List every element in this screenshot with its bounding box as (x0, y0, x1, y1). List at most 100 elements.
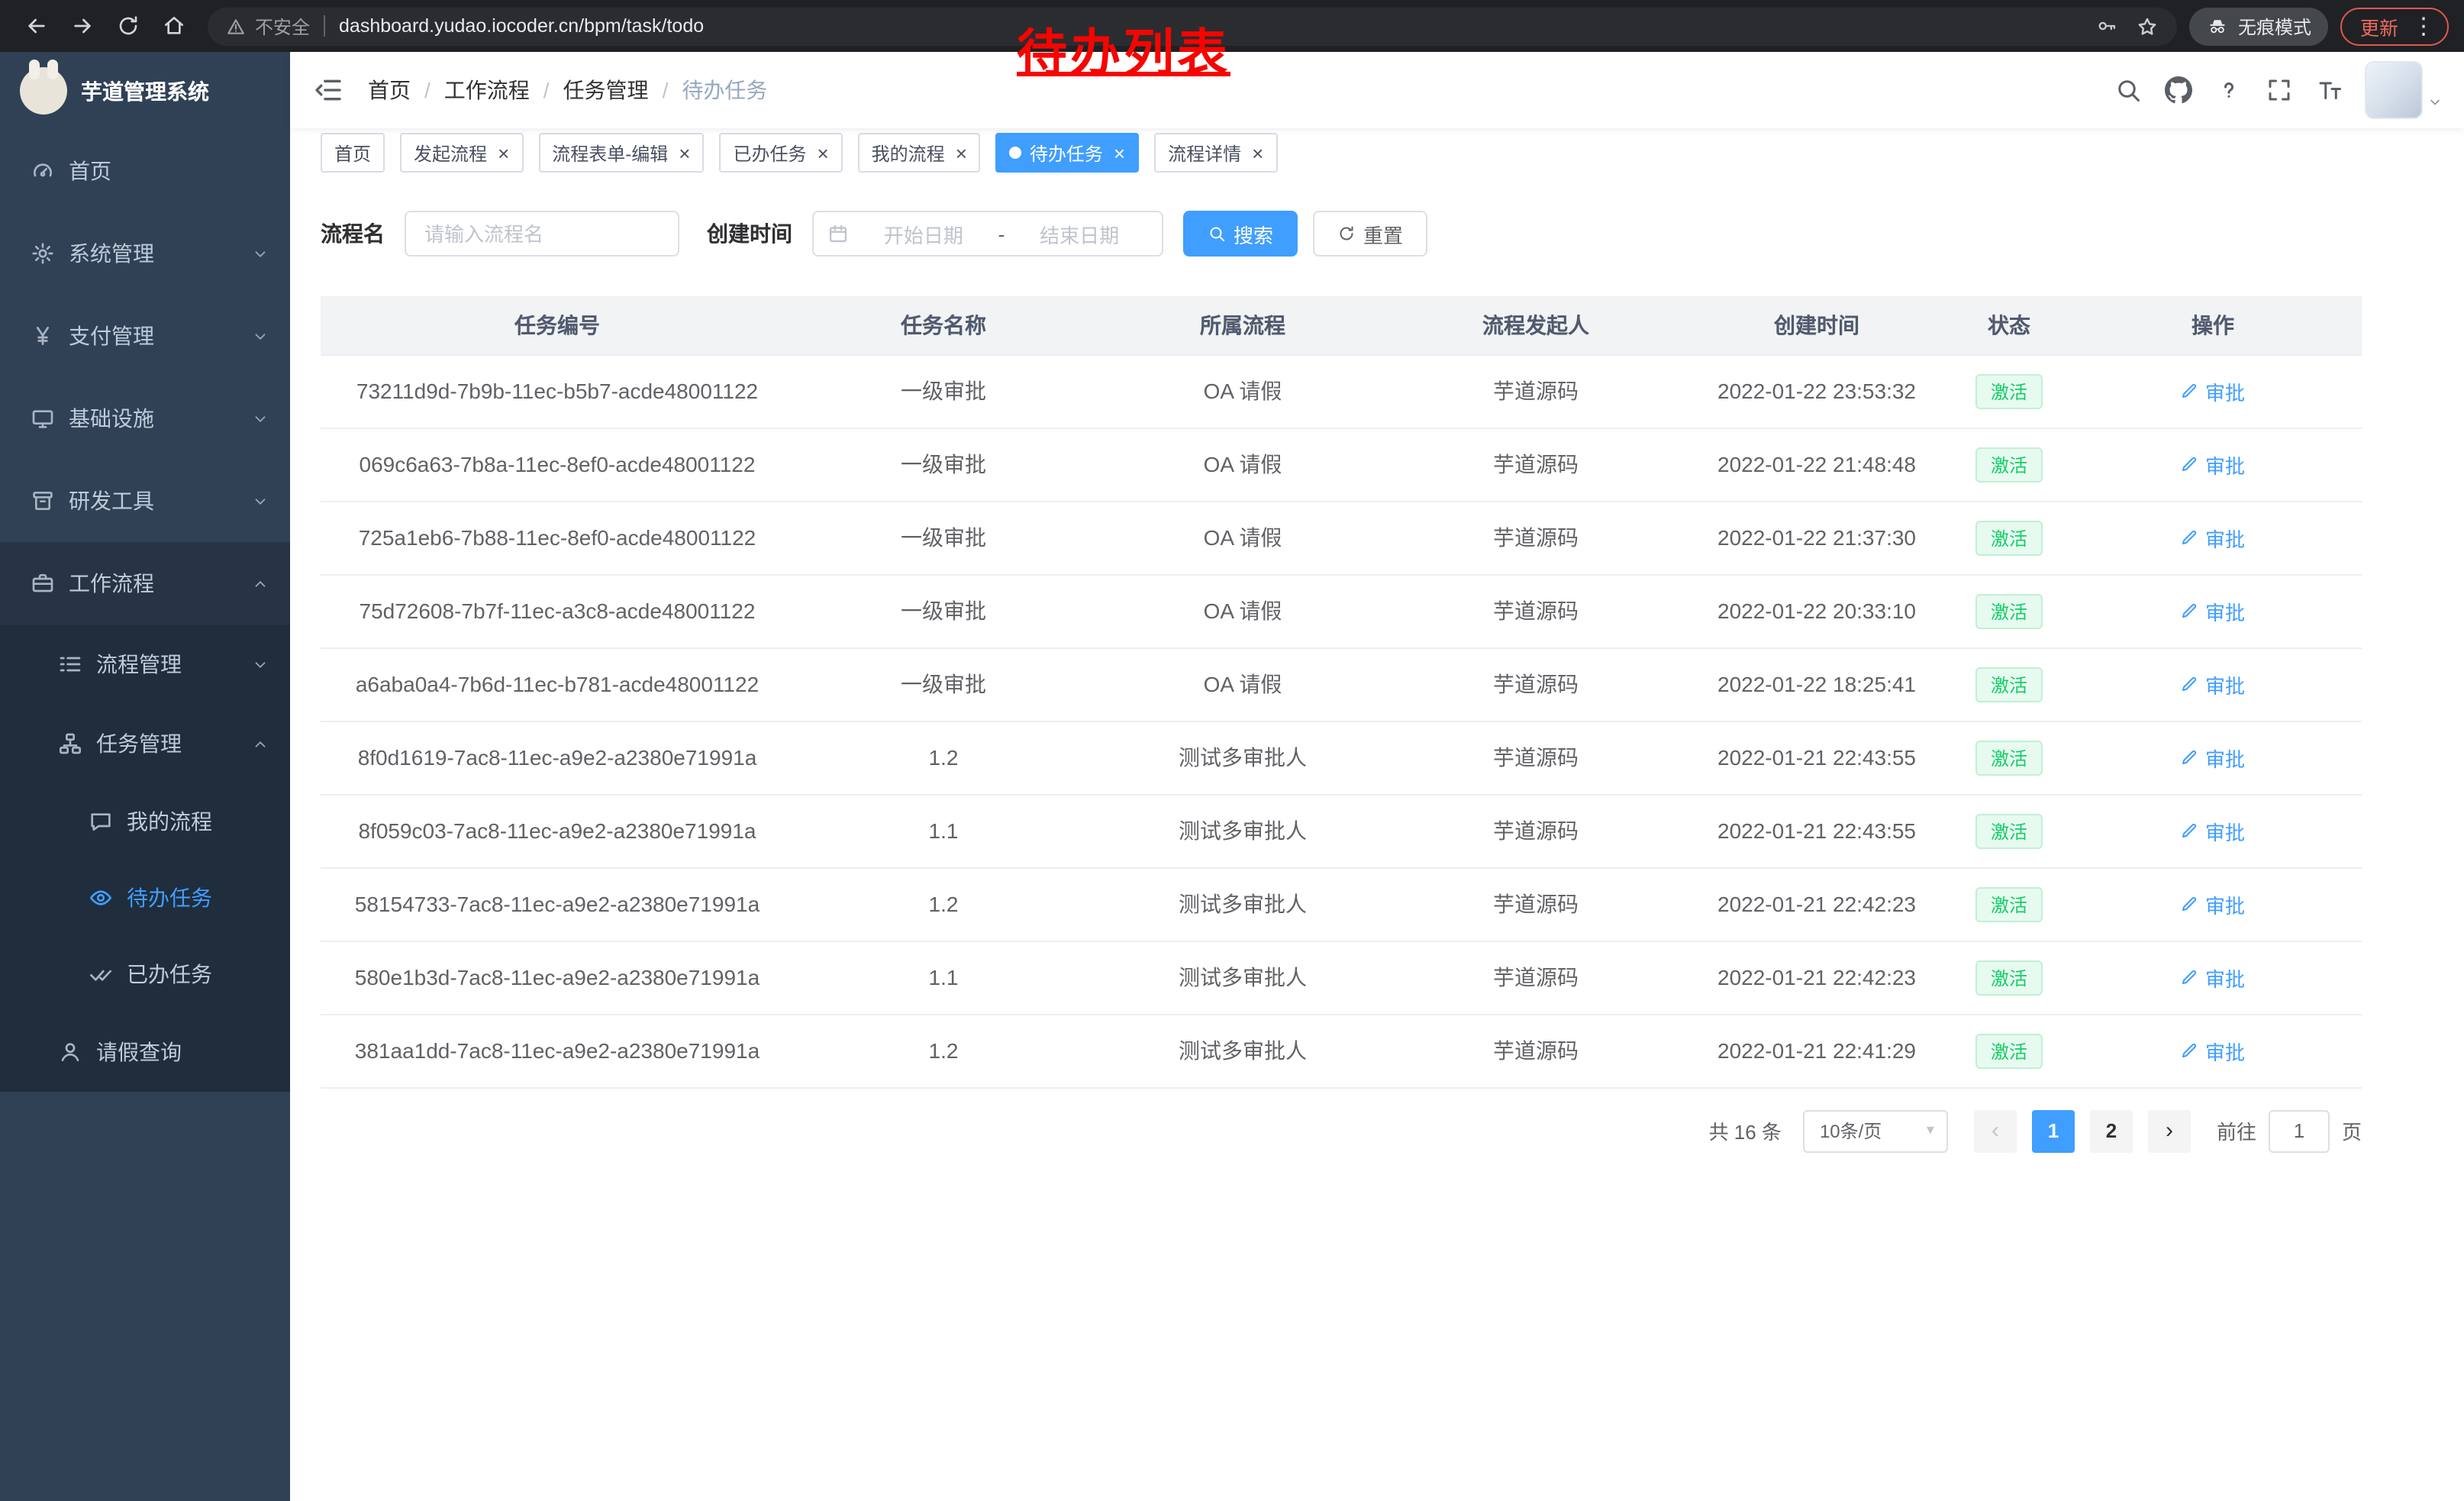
edit-icon (2181, 675, 2199, 693)
chevron-down-icon (252, 328, 269, 344)
back-arrow-icon (24, 14, 49, 38)
approve-link[interactable]: 审批 (2181, 889, 2245, 918)
browser-chrome: 不安全 dashboard.yudao.iocoder.cn/bpm/task/… (0, 0, 2464, 52)
reset-button[interactable]: 重置 (1313, 211, 1427, 257)
sidebar-item-home[interactable]: 首页 (0, 130, 290, 212)
sidebar-item-workflow[interactable]: 工作流程 (0, 542, 290, 625)
cell-action: 审批 (2064, 574, 2362, 647)
avatar[interactable] (2365, 61, 2423, 119)
font-size-icon (2315, 76, 2343, 104)
close-icon[interactable]: × (498, 143, 509, 163)
cell-task-id: 58154733-7ac8-11ec-a9e2-a2380e71991a (321, 867, 794, 941)
avatar-caret-icon[interactable] (2427, 95, 2443, 110)
fullscreen-button[interactable] (2255, 66, 2302, 114)
cell-action: 审批 (2064, 1014, 2362, 1087)
prev-page-button[interactable]: ‹ (1974, 1109, 2017, 1152)
forward-arrow-button[interactable] (61, 5, 104, 47)
github-button[interactable] (2154, 66, 2201, 114)
home-button[interactable] (153, 5, 195, 47)
search-button[interactable]: 搜索 (1183, 211, 1298, 257)
tab-my-process[interactable]: 我的流程× (858, 133, 981, 173)
sidebar-item-my-process[interactable]: 我的流程 (0, 783, 290, 860)
kebab-menu-icon[interactable]: ⋮ (2412, 15, 2435, 37)
update-button[interactable]: 更新 ⋮ (2340, 7, 2449, 45)
sidebar-item-task-mgmt[interactable]: 任务管理 (0, 704, 290, 783)
key-icon[interactable] (2096, 15, 2117, 37)
table-row: 75d72608-7b7f-11ec-a3c8-acde48001122一级审批… (321, 574, 2362, 647)
sidebar-item-infra[interactable]: 基础设施 (0, 377, 290, 460)
breadcrumb-separator: / (543, 78, 550, 102)
goto-page-input[interactable] (2269, 1109, 2330, 1152)
process-name-input[interactable] (405, 211, 679, 257)
home-icon (162, 14, 186, 38)
close-icon[interactable]: × (679, 143, 690, 163)
search-button[interactable] (2104, 66, 2151, 114)
date-range-picker[interactable]: 开始日期 - 结束日期 (812, 211, 1163, 257)
sidebar-item-devtools[interactable]: 研发工具 (0, 460, 290, 542)
breadcrumb-item[interactable]: 首页 (368, 75, 411, 105)
cell-process: OA 请假 (1093, 354, 1392, 428)
address-bar[interactable]: 不安全 dashboard.yudao.iocoder.cn/bpm/task/… (208, 7, 2177, 45)
close-icon[interactable]: × (1114, 143, 1125, 163)
page-button-1[interactable]: 1 (2032, 1109, 2075, 1152)
cell-task-name: 一级审批 (794, 574, 1093, 647)
back-arrow-button[interactable] (15, 5, 58, 47)
cell-create-time: 2022-01-22 21:48:48 (1679, 428, 1954, 501)
column-header: 状态 (1954, 296, 2064, 354)
tab-done-tasks[interactable]: 已办任务× (719, 133, 842, 173)
approve-link[interactable]: 审批 (2181, 1036, 2245, 1065)
cell-task-name: 一级审批 (794, 501, 1093, 574)
sidebar-item-payment[interactable]: 支付管理 (0, 295, 290, 377)
tab-start-process[interactable]: 发起流程× (400, 133, 523, 173)
approve-link[interactable]: 审批 (2181, 376, 2245, 405)
sidebar-item-label: 请假查询 (96, 1037, 182, 1067)
approve-link[interactable]: 审批 (2181, 743, 2245, 772)
approve-link[interactable]: 审批 (2181, 963, 2245, 992)
sidebar-item-leave-query[interactable]: 请假查询 (0, 1012, 290, 1092)
page-size-select[interactable]: 10条/页 ▾ (1803, 1109, 1948, 1152)
font-size-button[interactable] (2305, 66, 2353, 114)
approve-link[interactable]: 审批 (2181, 596, 2245, 625)
tab-todo-tasks[interactable]: 待办任务 × (996, 133, 1139, 173)
edit-icon (2181, 895, 2199, 913)
sidebar-item-process-mgmt[interactable]: 流程管理 (0, 625, 290, 704)
cell-create-time: 2022-01-21 22:43:55 (1679, 794, 1954, 867)
page-button-2[interactable]: 2 (2090, 1109, 2133, 1152)
tab-form-edit[interactable]: 流程表单-编辑× (538, 133, 704, 173)
approve-link[interactable]: 审批 (2181, 523, 2245, 552)
warning-icon (226, 16, 246, 36)
reload-button[interactable] (107, 5, 150, 47)
cell-action: 审批 (2064, 354, 2362, 428)
app-logo[interactable]: 芋道管理系统 (0, 52, 290, 130)
sidebar-toggle-button[interactable] (313, 75, 343, 105)
close-icon[interactable]: × (956, 143, 967, 163)
cell-task-name: 1.2 (794, 1014, 1093, 1087)
bookmark-star-icon[interactable] (2136, 15, 2159, 37)
sidebar-item-label: 我的流程 (127, 806, 212, 837)
approve-link[interactable]: 审批 (2181, 670, 2245, 699)
tab-process-detail[interactable]: 流程详情× (1154, 133, 1277, 173)
cell-process: 测试多审批人 (1093, 794, 1392, 867)
edit-icon (2181, 968, 2199, 986)
status-badge: 激活 (1975, 960, 2043, 995)
approve-link[interactable]: 审批 (2181, 450, 2245, 479)
close-icon[interactable]: × (1252, 143, 1263, 163)
cell-task-id: 580e1b3d-7ac8-11ec-a9e2-a2380e71991a (321, 941, 794, 1014)
cell-create-time: 2022-01-22 23:53:32 (1679, 354, 1954, 428)
table-row: 725a1eb6-7b88-11ec-8ef0-acde48001122一级审批… (321, 501, 2362, 574)
sidebar-item-todo-tasks[interactable]: 待办任务 (0, 860, 290, 936)
approve-link[interactable]: 审批 (2181, 816, 2245, 845)
incognito-icon (2206, 15, 2229, 37)
breadcrumb-item[interactable]: 任务管理 (563, 75, 649, 105)
help-button[interactable] (2204, 66, 2252, 114)
sidebar-item-system[interactable]: 系统管理 (0, 212, 290, 295)
breadcrumb-item[interactable]: 工作流程 (444, 75, 530, 105)
cell-action: 审批 (2064, 721, 2362, 794)
tab-home[interactable]: 首页 (321, 133, 385, 173)
sidebar: 芋道管理系统 首页系统管理支付管理基础设施研发工具工作流程流程管理任务管理我的流… (0, 52, 290, 1501)
tab-label: 待办任务 (1030, 140, 1103, 166)
close-icon[interactable]: × (817, 143, 828, 163)
next-page-button[interactable]: › (2148, 1109, 2191, 1152)
sidebar-item-done-tasks[interactable]: 已办任务 (0, 936, 290, 1012)
screen: 不安全 dashboard.yudao.iocoder.cn/bpm/task/… (0, 0, 2464, 1501)
